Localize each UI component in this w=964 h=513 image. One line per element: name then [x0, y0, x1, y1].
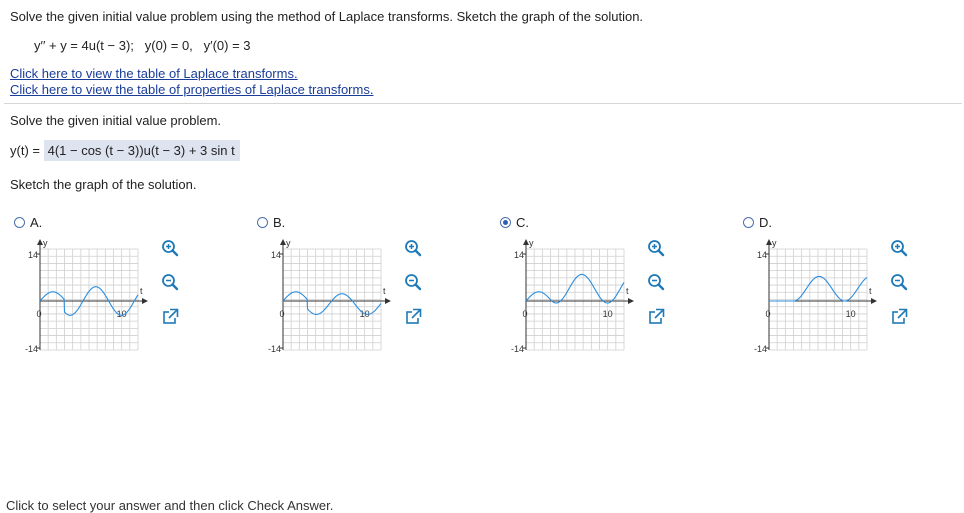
ode-equation: y′′ + y = 4u(t − 3); y(0) = 0, y′(0) = 3 — [34, 38, 251, 53]
option-graph-b[interactable]: yt14-140 10 — [243, 235, 393, 365]
y-axis-label: y — [43, 238, 48, 248]
t-axis-arrow — [871, 298, 877, 304]
zoom-out-icon[interactable] — [160, 272, 180, 292]
option-label-d: D. — [759, 215, 772, 230]
t-axis-arrow — [142, 298, 148, 304]
external-window-icon[interactable] — [403, 307, 423, 327]
answer-box[interactable]: 4(1 − cos (t − 3))u(t − 3) + 3 sin t — [43, 140, 240, 161]
option-radio-b[interactable] — [257, 217, 268, 228]
origin-label: 0 — [279, 309, 284, 319]
zoom-out-icon[interactable] — [646, 272, 666, 292]
graph-grid — [525, 248, 625, 351]
y-min-label: -14 — [25, 344, 38, 354]
initial-condition-1: y(0) = 0, — [144, 38, 193, 53]
option-graph-a[interactable]: yt14-140 10 — [0, 235, 150, 365]
option-graph-c[interactable]: y t 14 -14 0 10 — [486, 235, 636, 365]
part2-prompt: Sketch the graph of the solution. — [10, 177, 197, 192]
x-tick-label: 10 — [846, 309, 856, 319]
origin-label: 0 — [765, 309, 770, 319]
y-axis-label: y — [529, 238, 534, 248]
part1-prompt: Solve the given initial value problem. — [10, 113, 222, 128]
option-radio-d[interactable] — [743, 217, 754, 228]
problem-instruction: Solve the given initial value problem us… — [10, 9, 644, 24]
y-min-label: -14 — [511, 344, 524, 354]
option-label-b: B. — [273, 215, 286, 230]
t-axis-arrow — [628, 298, 634, 304]
ode-text: y′′ + y = 4u(t − 3); — [34, 38, 134, 53]
external-window-icon[interactable] — [889, 307, 909, 327]
section-divider — [4, 103, 962, 104]
external-window-icon[interactable] — [160, 307, 180, 327]
origin-label: 0 — [36, 309, 41, 319]
y-max-label: 14 — [757, 250, 767, 260]
option-label-c: C. — [516, 215, 529, 230]
initial-condition-2: y′(0) = 3 — [203, 38, 251, 53]
laplace-table-link[interactable]: Click here to view the table of Laplace … — [10, 66, 298, 81]
answer-prefix: y(t) = — [10, 143, 44, 158]
y-axis-label: y — [286, 238, 291, 248]
laplace-properties-link[interactable]: Click here to view the table of properti… — [10, 82, 373, 97]
zoom-out-icon[interactable] — [403, 272, 423, 292]
zoom-in-icon[interactable] — [403, 238, 423, 258]
origin-label: 0 — [522, 309, 527, 319]
graph-grid — [39, 248, 139, 351]
t-axis-label: t — [140, 286, 143, 296]
y-min-label: -14 — [754, 344, 767, 354]
t-axis-label: t — [869, 286, 872, 296]
t-axis-label: t — [383, 286, 386, 296]
t-axis-label: t — [626, 286, 629, 296]
zoom-in-icon[interactable] — [160, 238, 180, 258]
y-axis-label: y — [772, 238, 777, 248]
zoom-in-icon[interactable] — [889, 238, 909, 258]
t-axis-arrow — [385, 298, 391, 304]
answer-line: y(t) = 4(1 − cos (t − 3))u(t − 3) + 3 si… — [10, 140, 240, 161]
zoom-out-icon[interactable] — [889, 272, 909, 292]
y-max-label: 14 — [28, 250, 38, 260]
zoom-in-icon[interactable] — [646, 238, 666, 258]
y-max-label: 14 — [271, 250, 281, 260]
option-label-a: A. — [30, 215, 43, 230]
y-max-label: 14 — [514, 250, 524, 260]
external-window-icon[interactable] — [646, 307, 666, 327]
graph-grid — [768, 248, 868, 351]
option-radio-c[interactable] — [500, 217, 511, 228]
option-radio-a[interactable] — [14, 217, 25, 228]
y-min-label: -14 — [268, 344, 281, 354]
option-graph-d[interactable]: y t 14 -14 0 10 — [729, 235, 879, 365]
x-tick-label: 10 — [603, 309, 613, 319]
graph-grid — [282, 248, 382, 351]
